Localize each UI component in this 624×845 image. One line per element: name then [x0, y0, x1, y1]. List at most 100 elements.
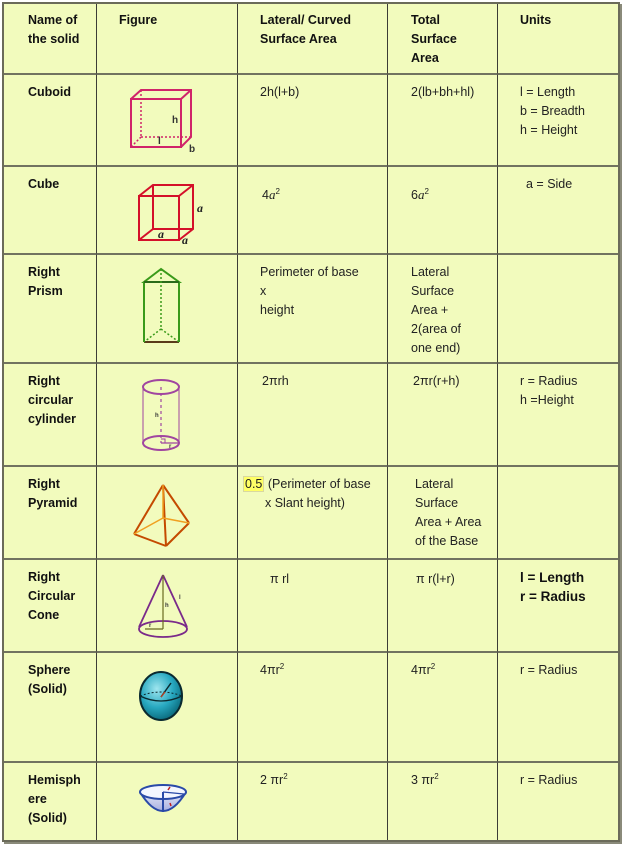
solid-name-line: Circular	[28, 589, 76, 603]
header-name-of-solid: Name of the solid	[28, 11, 79, 49]
formula-line: 2(lb+bh+hl)	[411, 85, 475, 99]
solid-name-line: Right	[28, 477, 60, 491]
total-area: Lateral Surface Area + Area of the Base	[415, 475, 481, 551]
solid-name-line: (Solid)	[28, 682, 67, 696]
column-divider	[237, 4, 238, 840]
unit-line: h =Height	[520, 393, 574, 407]
label-r: r	[149, 623, 152, 629]
total-area: Lateral Surface Area + 2(area of one end…	[411, 263, 461, 358]
formula-line: π rl	[270, 572, 290, 586]
cylinder-icon: h r	[141, 379, 191, 454]
solid-name-line: ere	[28, 792, 47, 806]
header-text: Lateral/ Curved	[260, 13, 352, 27]
row-divider	[4, 165, 618, 167]
total-area: π r(l+r)	[416, 570, 455, 589]
unit-line: r = Radius	[520, 374, 578, 388]
formula-line: (Perimeter of base	[267, 477, 371, 491]
column-divider	[387, 4, 388, 840]
label-a: a	[197, 201, 203, 215]
solid-name-line: cylinder	[28, 412, 76, 426]
column-divider	[96, 4, 97, 840]
row-divider	[4, 253, 618, 255]
total-area: 2(lb+bh+hl)	[411, 83, 474, 102]
solid-name-line: (Solid)	[28, 811, 67, 825]
solid-name-line: circular	[28, 393, 74, 407]
header-text: Surface Area	[260, 32, 337, 46]
sphere-icon	[138, 670, 186, 722]
solid-name: Cube	[28, 175, 59, 194]
formula-line: π r(l+r)	[416, 572, 455, 586]
formula-line: 2πr(r+h)	[413, 374, 460, 388]
solid-name-line: Cuboid	[28, 85, 72, 99]
solids-surface-area-table: Name of the solid Figure Lateral/ Curved…	[2, 2, 620, 842]
units: l = Length b = Breadth h = Height	[520, 83, 585, 140]
solid-name: Sphere (Solid)	[28, 661, 70, 699]
solid-name: Hemisph ere (Solid)	[28, 771, 81, 828]
header-lateral-surface-area: Lateral/ Curved Surface Area	[260, 11, 351, 49]
row-divider	[4, 73, 618, 75]
unit-line: r = Radius	[520, 773, 578, 787]
formula-line: one end)	[411, 341, 461, 355]
lateral-area: 2 πr2	[260, 771, 288, 790]
lateral-area: π rl	[270, 570, 289, 589]
solid-name-line: Prism	[28, 284, 63, 298]
total-area: 2πr(r+h)	[413, 372, 459, 391]
highlighted-coefficient: 0.5	[243, 476, 265, 492]
formula-line: x Slant height)	[265, 496, 345, 510]
solid-name: Right Circular Cone	[28, 568, 75, 625]
exponent: 2	[424, 186, 429, 196]
row-divider	[4, 651, 618, 653]
solid-name-line: Right	[28, 570, 60, 584]
header-text: the solid	[28, 32, 80, 46]
label-h: h	[165, 603, 169, 609]
solid-name-line: Cone	[28, 608, 60, 622]
row-divider	[4, 558, 618, 560]
header-text: Name of	[28, 13, 78, 27]
formula-line: x	[260, 284, 267, 298]
lateral-area: 2πrh	[262, 372, 289, 391]
solid-name: Cuboid	[28, 83, 71, 102]
solid-name-line: Right	[28, 374, 60, 388]
header-units: Units	[520, 13, 552, 27]
solid-name-line: Right	[28, 265, 60, 279]
units: r = Radius	[520, 771, 577, 790]
formula-base: 3 πr	[411, 773, 435, 787]
formula-base: 4πr	[260, 663, 280, 677]
exponent: 2	[430, 661, 436, 671]
unit-line: h = Height	[520, 123, 578, 137]
label-h: h	[155, 413, 159, 419]
formula-line: Lateral	[411, 265, 450, 279]
label-l: l	[179, 595, 181, 601]
exponent: 2	[434, 771, 439, 781]
total-area: 3 πr2	[411, 771, 439, 790]
pyramid-icon	[130, 482, 190, 552]
label-b: b	[189, 144, 195, 155]
formula-line: Surface	[415, 496, 459, 510]
unit-line: r = Radius	[520, 663, 578, 677]
cuboid-icon: h l b	[128, 89, 198, 155]
units: r = Radius	[520, 661, 577, 680]
coefficient: 4	[262, 188, 269, 202]
exponent: 2	[275, 186, 280, 196]
exponent: 2	[279, 661, 285, 671]
solid-name: Right circular cylinder	[28, 372, 76, 429]
unit-line: l = Length	[520, 570, 585, 585]
header-total-surface-area: Total Surface Area	[411, 11, 457, 68]
total-area: 6a2	[411, 185, 429, 205]
formula-line: Perimeter of base	[260, 265, 359, 279]
total-area: 4πr2	[411, 661, 435, 680]
hemisphere-icon	[138, 782, 190, 822]
units: r = Radius h =Height	[520, 372, 577, 410]
solid-name: Right Pyramid	[28, 475, 77, 513]
solid-name: Right Prism	[28, 263, 63, 301]
header-text: Surface	[411, 32, 457, 46]
formula-line: Area + Area	[415, 515, 482, 529]
formula-line: Surface	[411, 284, 455, 298]
cube-icon: a a a	[136, 184, 216, 247]
lateral-area: 0.5 (Perimeter of base x Slant height)	[243, 475, 371, 513]
unit-line: b = Breadth	[520, 104, 585, 118]
unit-line: a = Side	[526, 177, 573, 191]
lateral-area: Perimeter of base x height	[260, 263, 359, 320]
lateral-area: 4πr2	[260, 661, 284, 680]
exponent: 2	[283, 771, 288, 781]
